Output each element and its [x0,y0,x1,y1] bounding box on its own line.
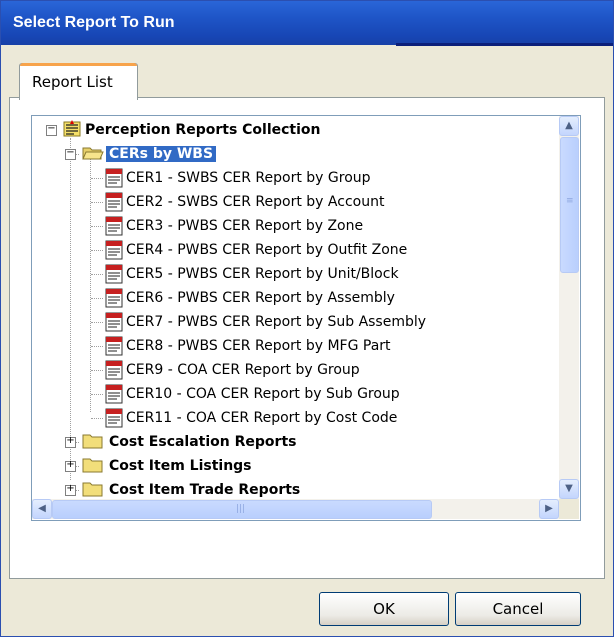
tree-folder-label: Cost Item Listings [109,458,252,474]
report-tree-view[interactable]: − Perception Reports Collection − CERs b… [31,115,581,521]
tab-label: Report List [32,73,113,91]
tree-folder-label: CERs by WBS [106,146,217,162]
tree-item-cer7[interactable]: CER7 - PWBS CER Report by Sub Assembly [32,311,552,335]
report-document-icon [105,240,123,260]
report-document-icon [105,216,123,236]
tree-item-cer2[interactable]: CER2 - SWBS CER Report by Account [32,191,552,215]
tree-line [91,322,103,323]
expand-icon[interactable]: + [65,459,76,472]
vertical-scrollbar[interactable]: ▲ ≡ ▼ [559,116,579,499]
title-bar-accent [396,43,613,46]
tree-line [91,418,103,419]
cancel-button[interactable]: Cancel [455,592,581,626]
tree-item-cer10[interactable]: CER10 - COA CER Report by Sub Group [32,383,552,407]
tree-folder-cost-escalation[interactable]: + Cost Escalation Reports [32,431,552,455]
expand-icon[interactable]: + [65,435,76,448]
tab-highlight [20,63,137,66]
scroll-left-button[interactable]: ◀ [32,499,52,519]
tree-root-label: Perception Reports Collection [85,122,321,138]
tree-item-label: CER6 - PWBS CER Report by Assembly [126,290,395,306]
report-document-icon [105,384,123,404]
tree-item-cer3[interactable]: CER3 - PWBS CER Report by Zone [32,215,552,239]
tree-item-cer9[interactable]: CER9 - COA CER Report by Group [32,359,552,383]
tree-line [91,394,103,395]
open-folder-icon [82,147,104,160]
grip-icon: ||| [236,504,246,514]
tree-folder-cost-item-listings[interactable]: + Cost Item Listings [32,455,552,479]
ok-button[interactable]: OK [319,592,449,626]
tree-folder-label: Cost Item Trade Reports [109,482,301,498]
tree-item-label: CER1 - SWBS CER Report by Group [126,170,371,186]
folder-icon [82,458,103,473]
report-document-icon [105,288,123,308]
report-document-icon [105,264,123,284]
report-collection-icon [63,120,81,137]
tree-line [91,250,103,251]
tree-item-cer4[interactable]: CER4 - PWBS CER Report by Outfit Zone [32,239,552,263]
tree-item-label: CER11 - COA CER Report by Cost Code [126,410,398,426]
tree-item-label: CER10 - COA CER Report by Sub Group [126,386,400,402]
report-document-icon [105,312,123,332]
tree-root-perception-reports[interactable]: − Perception Reports Collection [32,119,552,143]
scrollbar-corner [559,499,579,519]
tree-folder-label: Cost Escalation Reports [109,434,297,450]
tree-item-label: CER2 - SWBS CER Report by Account [126,194,385,210]
grip-icon: ≡ [566,196,574,206]
tree-item-label: CER8 - PWBS CER Report by MFG Part [126,338,391,354]
scroll-up-button[interactable]: ▲ [559,116,579,136]
collapse-icon[interactable]: − [46,123,57,136]
tree-line [91,226,103,227]
tree-line [91,346,103,347]
tree-line [91,370,103,371]
report-document-icon [105,336,123,356]
tree-line [91,178,103,179]
scroll-down-button[interactable]: ▼ [559,479,579,499]
tree-item-cer6[interactable]: CER6 - PWBS CER Report by Assembly [32,287,552,311]
folder-icon [82,434,103,449]
horizontal-scroll-thumb[interactable]: ||| [52,500,432,519]
scroll-right-button[interactable]: ▶ [539,499,559,519]
tree-item-cer11[interactable]: CER11 - COA CER Report by Cost Code [32,407,552,431]
tree-item-label: CER9 - COA CER Report by Group [126,362,360,378]
report-document-icon [105,408,123,428]
horizontal-scrollbar[interactable]: ◀ ||| ▶ [32,499,559,519]
vertical-scroll-thumb[interactable]: ≡ [560,137,579,273]
tree-item-label: CER3 - PWBS CER Report by Zone [126,218,364,234]
tree-item-label: CER4 - PWBS CER Report by Outfit Zone [126,242,408,258]
tree-item-cer1[interactable]: CER1 - SWBS CER Report by Group [32,167,552,191]
tree-item-label: CER7 - PWBS CER Report by Sub Assembly [126,314,427,330]
tree-line [91,274,103,275]
folder-icon [82,482,103,497]
window-title: Select Report To Run [13,14,175,31]
tab-report-list[interactable]: Report List [19,63,138,100]
expand-icon[interactable]: + [65,483,76,496]
collapse-icon[interactable]: − [65,147,76,160]
report-document-icon [105,168,123,188]
report-document-icon [105,360,123,380]
tree-folder-cers-by-wbs[interactable]: − CERs by WBS [32,143,552,167]
tree-line [91,298,103,299]
tree-line [91,202,103,203]
report-document-icon [105,192,123,212]
tree-item-label: CER5 - PWBS CER Report by Unit/Block [126,266,399,282]
tree-content: − Perception Reports Collection − CERs b… [32,116,559,499]
title-bar[interactable]: Select Report To Run [1,1,613,46]
dialog-window: Select Report To Run Report List − Perce… [0,0,614,637]
tree-item-cer5[interactable]: CER5 - PWBS CER Report by Unit/Block [32,263,552,287]
tree-item-cer8[interactable]: CER8 - PWBS CER Report by MFG Part [32,335,552,359]
